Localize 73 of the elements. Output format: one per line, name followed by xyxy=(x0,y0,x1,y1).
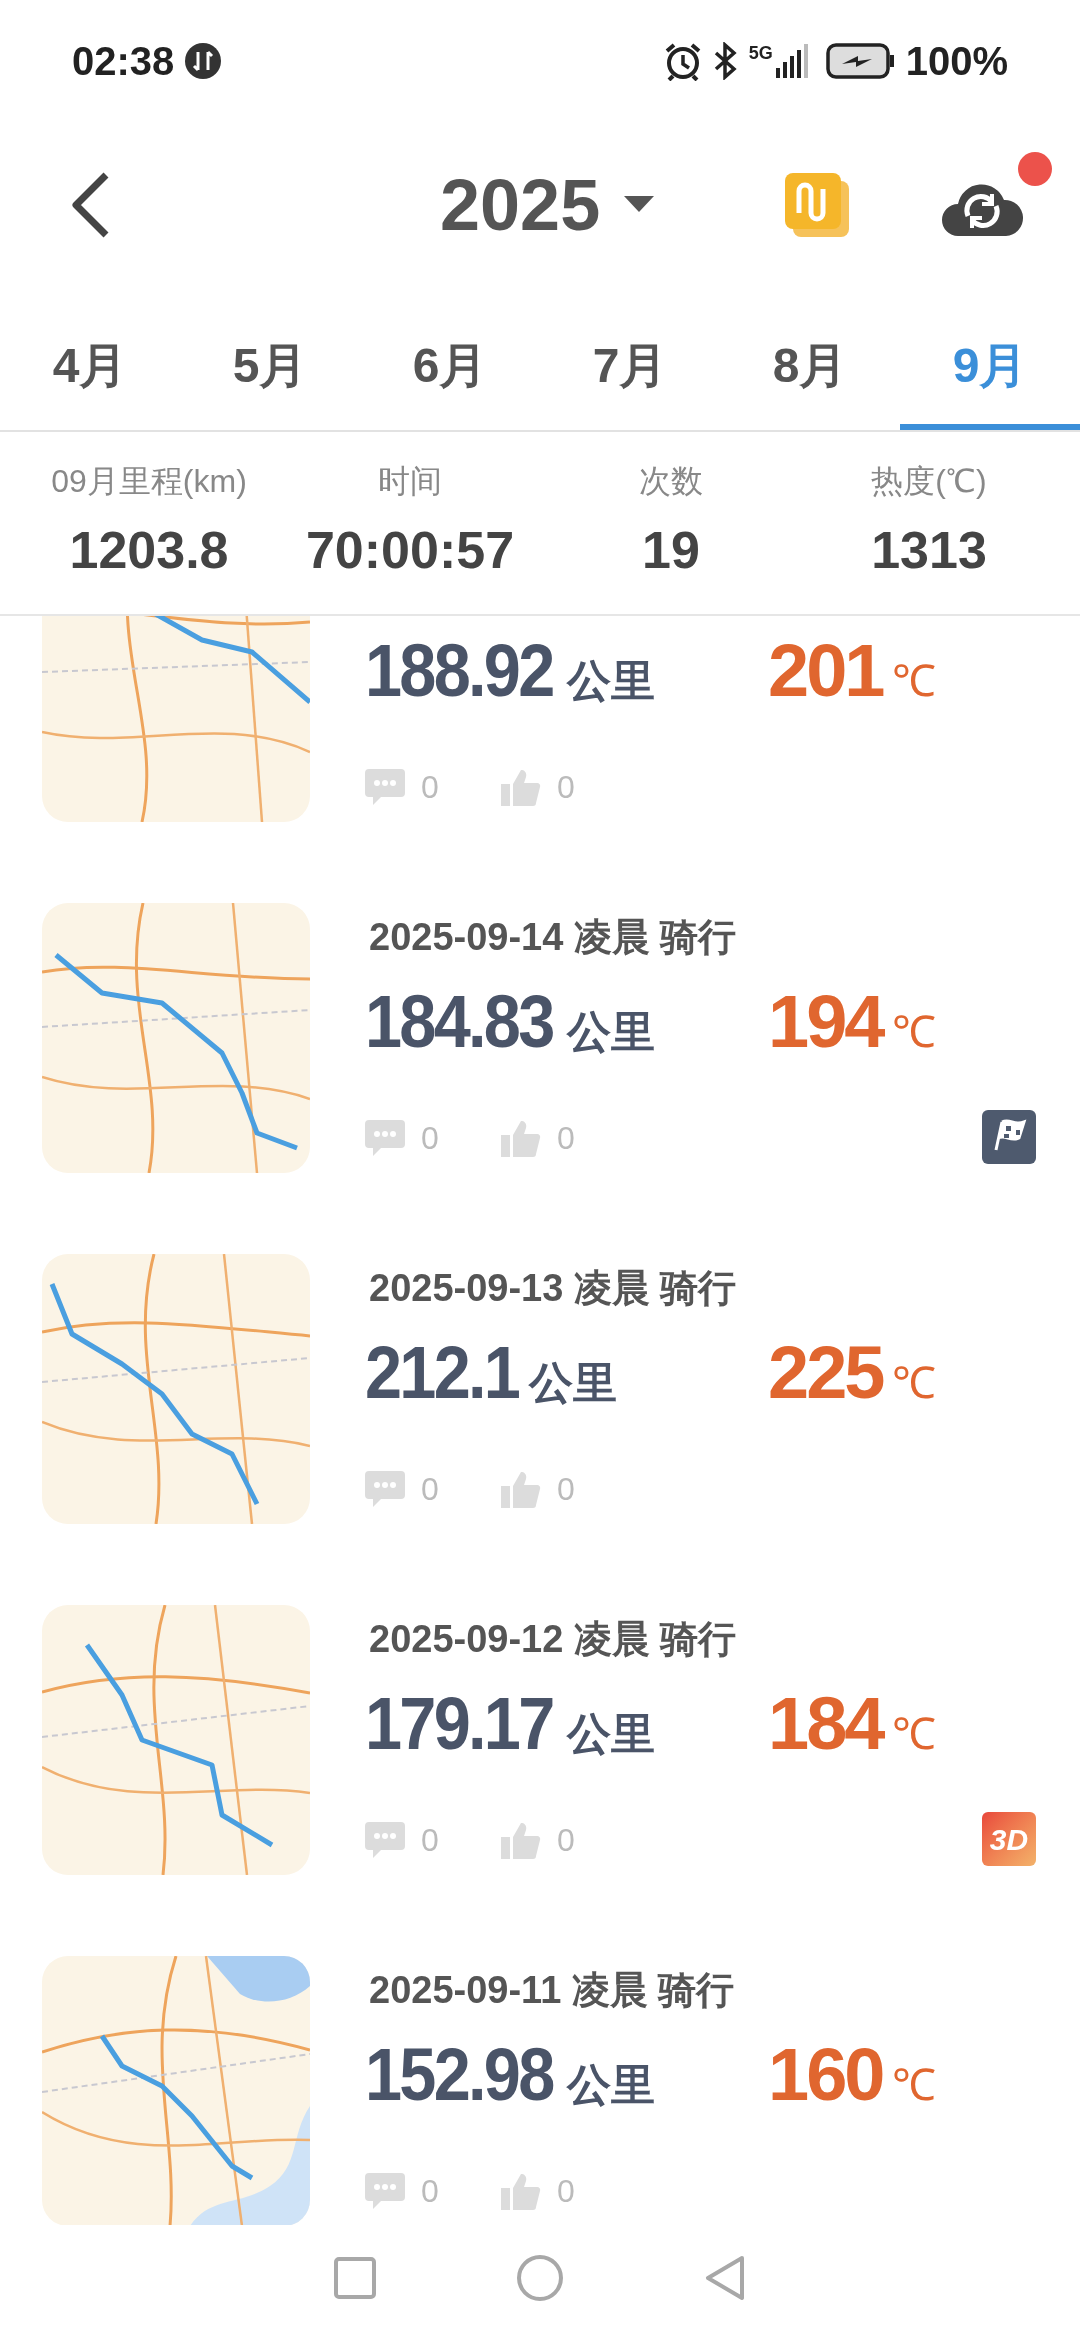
ride-date: 2025-09-13 凌晨 骑行 xyxy=(368,1266,738,1311)
month-tab[interactable]: 5月 xyxy=(180,296,360,430)
distance-unit: 公里 xyxy=(567,655,656,707)
heat-value: 160 xyxy=(768,2032,883,2118)
comment-icon[interactable] xyxy=(365,1120,405,1156)
like-count: 0 xyxy=(557,1470,575,1509)
home-button[interactable] xyxy=(516,2253,564,2302)
distance-unit: 公里 xyxy=(567,1006,656,1058)
heat-value: 184 xyxy=(768,1681,883,1767)
signal-icon xyxy=(775,44,808,78)
like-count: 0 xyxy=(557,1119,575,1158)
heat-value: 201 xyxy=(768,628,883,714)
distance-unit: 公里 xyxy=(529,1357,618,1409)
distance-value: 212.1 xyxy=(365,1330,519,1416)
back-button[interactable] xyxy=(70,172,110,238)
bluetooth-icon xyxy=(712,42,739,80)
stat-label: 热度(℃) xyxy=(870,462,988,501)
heat-unit: ℃ xyxy=(892,1006,937,1058)
distance-value: 179.17 xyxy=(365,1681,553,1767)
month-tab[interactable]: 6月 xyxy=(360,296,540,430)
stat-label: 09月里程(km) xyxy=(50,462,248,501)
data-transfer-icon xyxy=(184,42,223,80)
comment-icon[interactable] xyxy=(365,769,405,805)
heat-unit: ℃ xyxy=(892,655,937,707)
clock-time: 02:38 xyxy=(72,38,175,85)
stat-value: 19 xyxy=(641,520,701,581)
comment-icon[interactable] xyxy=(365,2173,405,2209)
comment-count: 0 xyxy=(421,1821,440,1860)
distance-value: 184.83 xyxy=(365,979,553,1065)
distance-value: 188.92 xyxy=(365,628,553,714)
heat-value: 225 xyxy=(768,1330,883,1416)
battery-icon xyxy=(825,42,896,80)
ride-date: 2025-09-12 凌晨 骑行 xyxy=(368,1617,738,1662)
thumbs-up-icon[interactable] xyxy=(501,768,541,806)
checkered-flag-icon xyxy=(982,1110,1036,1164)
comment-count: 0 xyxy=(421,1470,440,1509)
like-count: 0 xyxy=(557,768,575,807)
year-selector[interactable]: 2025 xyxy=(440,151,655,259)
comment-count: 0 xyxy=(421,768,440,807)
back-nav-button[interactable] xyxy=(704,2254,746,2301)
stat-label: 次数 xyxy=(638,462,704,501)
stat-label: 时间 xyxy=(377,462,443,501)
3d-badge: 3D xyxy=(982,1812,1036,1866)
comment-icon[interactable] xyxy=(365,1471,405,1507)
thumbs-up-icon[interactable] xyxy=(501,1119,541,1157)
stat-value: 1313 xyxy=(870,520,988,581)
thumbs-up-icon[interactable] xyxy=(501,1470,541,1508)
month-tab[interactable]: 8月 xyxy=(720,296,900,430)
recents-button[interactable] xyxy=(334,2256,376,2299)
heat-value: 194 xyxy=(768,979,883,1065)
heat-unit: ℃ xyxy=(892,2059,937,2111)
distance-unit: 公里 xyxy=(567,1708,656,1760)
stat-value: 1203.8 xyxy=(68,520,230,581)
comment-count: 0 xyxy=(421,2172,440,2211)
thumbs-up-icon[interactable] xyxy=(501,2172,541,2210)
ride-date: 2025-09-14 凌晨 骑行 xyxy=(368,915,738,960)
heat-unit: ℃ xyxy=(892,1708,937,1760)
stat-value: 70:00:57 xyxy=(304,520,516,581)
month-tab[interactable]: 7月 xyxy=(540,296,720,430)
distance-unit: 公里 xyxy=(567,2059,656,2111)
like-count: 0 xyxy=(557,1821,575,1860)
comment-icon[interactable] xyxy=(365,1822,405,1858)
thumbs-up-icon[interactable] xyxy=(501,1821,541,1859)
network-label: 5G xyxy=(748,44,773,62)
comment-count: 0 xyxy=(421,1119,440,1158)
month-tab[interactable]: 4月 xyxy=(0,296,180,430)
battery-percent: 100% xyxy=(905,38,1008,85)
ride-date: 2025-09-11 凌晨 骑行 xyxy=(368,1968,736,2013)
heat-unit: ℃ xyxy=(892,1357,937,1409)
distance-value: 152.98 xyxy=(365,2032,553,2118)
like-count: 0 xyxy=(557,2172,575,2211)
caret-icon xyxy=(624,196,655,214)
route-icon[interactable] xyxy=(785,173,850,237)
